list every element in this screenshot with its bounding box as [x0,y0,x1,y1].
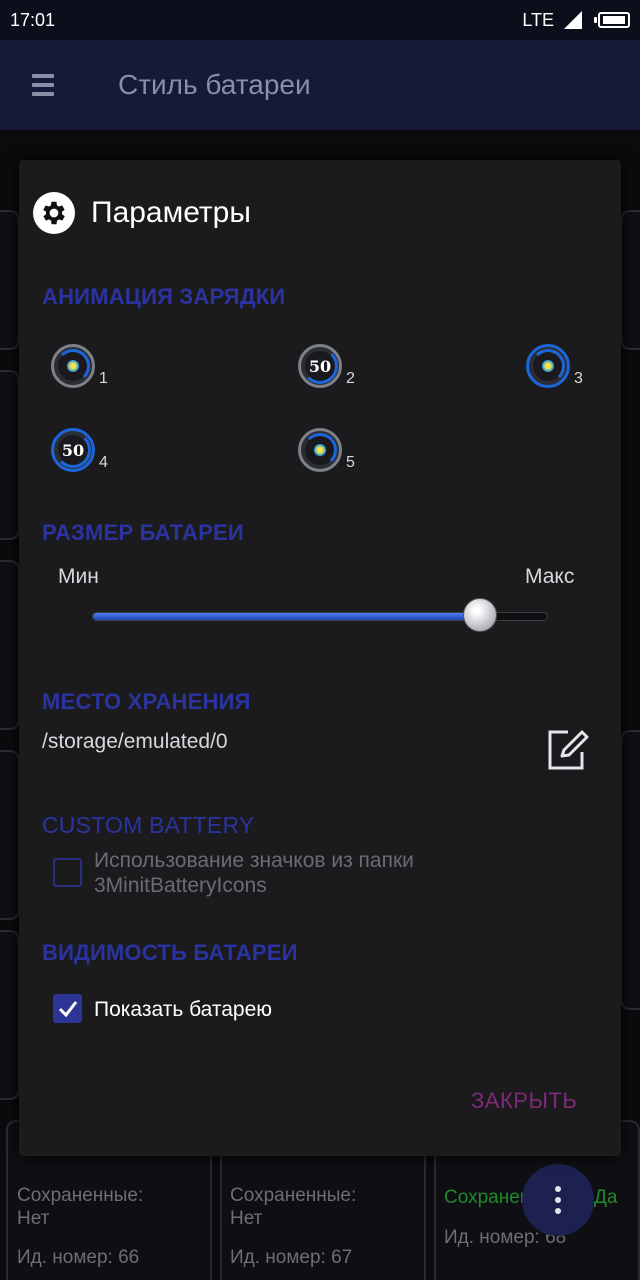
card-saved-value: Нет [230,1208,263,1229]
charging-animation-heading: АНИМАЦИЯ ЗАРЯДКИ [42,284,286,309]
card-saved-label: Сохранен [444,1187,531,1208]
slider-min-label: Мин [58,565,99,588]
custom-icons-label-line1: Использование значков из папки [94,849,414,872]
edit-icon[interactable] [546,728,590,772]
show-battery-label: Показать батарею [94,998,273,1021]
more-options-button[interactable] [522,1164,594,1236]
battery-visibility-heading: ВИДИМОСТЬ БАТАРЕИ [42,940,298,965]
animation-option-2[interactable]: 50 2 [298,344,355,388]
battery-style-card[interactable] [0,560,20,730]
card-id: Ид. номер: 67 [230,1247,353,1268]
network-type: LTE [522,9,554,30]
show-battery-checkbox[interactable] [53,994,82,1023]
dialog-title: Параметры [91,196,251,229]
battery-style-card[interactable] [0,210,20,350]
storage-path: /storage/emulated/0 [42,730,228,753]
swirl-blue-ring-icon [526,344,570,388]
battery-style-card[interactable] [0,750,20,920]
fifty-blue-ring-icon: 50 [51,428,95,472]
card-saved-value: Да [594,1187,618,1208]
gear-icon [33,192,75,234]
status-time: 17:01 [10,9,56,30]
custom-icons-label: Использование значков из папки 3MinitBat… [94,848,414,898]
battery-style-card[interactable] [0,370,20,540]
status-bar: 17:01 LTE [0,0,640,40]
animation-option-label: 1 [99,370,108,387]
animation-option-3[interactable]: 3 [526,344,583,388]
card-saved-label: Сохраненные: [17,1185,144,1206]
animation-option-1[interactable]: 1 [51,344,108,388]
status-icons: LTE [522,10,630,31]
app-bar: Стиль батареи [0,40,640,130]
animation-option-label: 4 [99,454,108,471]
checkmark-icon [58,1000,77,1017]
slider-thumb[interactable] [462,598,497,632]
battery-size-heading: РАЗМЕР БАТАРЕИ [42,520,244,545]
battery-style-card[interactable] [0,930,20,1100]
signal-icon [564,11,582,29]
battery-icon [594,12,630,28]
slider-max-label: Макс [525,565,575,588]
swirl-ring-icon [51,344,95,388]
animation-option-5[interactable]: 5 [298,428,355,472]
menu-icon[interactable] [32,74,54,96]
card-saved-value: Нет [17,1208,50,1229]
custom-icons-checkbox[interactable] [53,858,82,887]
battery-style-card[interactable] [620,730,640,1010]
settings-dialog: Параметры АНИМАЦИЯ ЗАРЯДКИ 1 50 2 3 50 4… [19,160,621,1156]
animation-option-label: 5 [346,454,355,471]
storage-heading: МЕСТО ХРАНЕНИЯ [42,689,251,714]
app-bar-title: Стиль батареи [118,69,311,100]
card-saved-label: Сохраненные: [230,1185,357,1206]
animation-option-4[interactable]: 50 4 [51,428,108,472]
more-vertical-icon [555,1186,561,1192]
slider-fill [93,613,481,620]
swirl-ring-icon [298,428,342,472]
card-id: Ид. номер: 66 [17,1247,140,1268]
animation-option-label: 2 [346,370,355,387]
custom-icons-label-line2: 3MinitBatteryIcons [94,874,267,897]
battery-style-card[interactable] [620,210,640,350]
custom-battery-heading: CUSTOM BATTERY [42,812,255,838]
fifty-ring-icon: 50 [298,344,342,388]
dialog-header: Параметры [33,192,251,234]
close-button[interactable]: ЗАКРЫТЬ [471,1088,577,1114]
animation-option-label: 3 [574,370,583,387]
